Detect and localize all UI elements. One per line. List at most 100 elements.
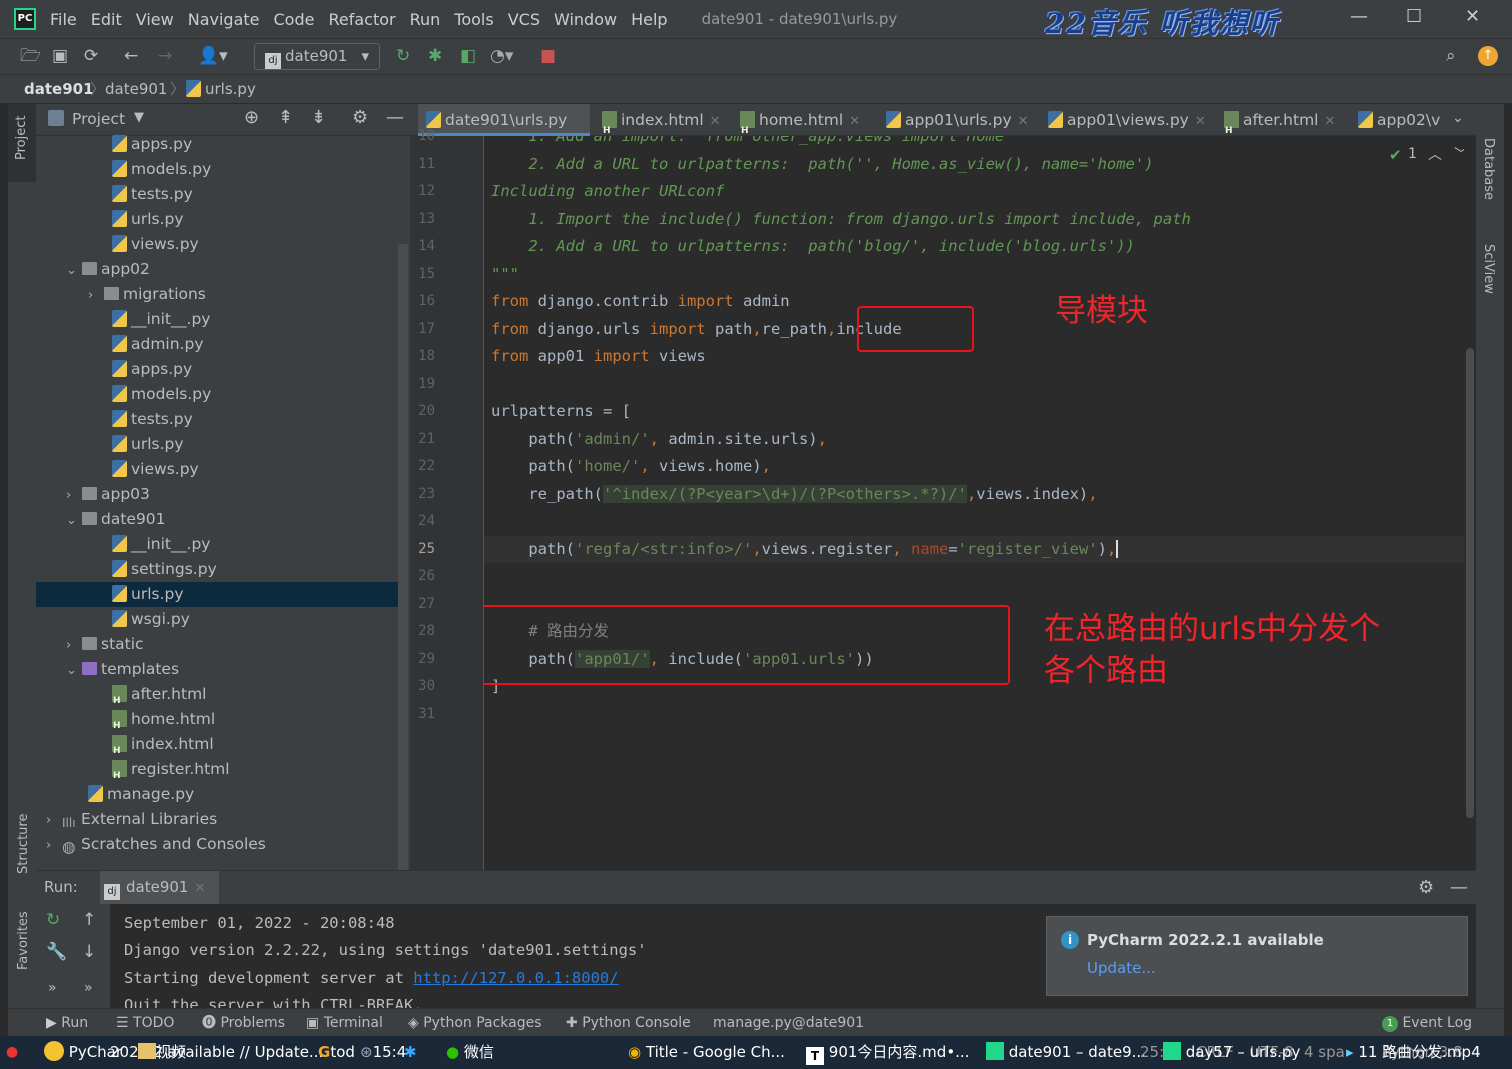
menu-window[interactable]: Window (554, 10, 617, 29)
project-panel-title[interactable]: Project (72, 110, 125, 128)
tab-python-packages[interactable]: ◈ Python Packages (408, 1009, 542, 1037)
tab-app01-urls[interactable]: app01\urls.py ✕ (886, 104, 1029, 136)
menu-edit[interactable]: Edit (91, 10, 122, 29)
bluetooth-icon[interactable]: ✱ (404, 1038, 417, 1066)
tab-date901-urls[interactable]: date901\urls.py (418, 104, 590, 136)
database-side-tab[interactable]: Database (1481, 138, 1496, 200)
chevron-down-icon[interactable]: ▼ (134, 110, 144, 125)
favorites-side-tab[interactable]: Favorites (16, 911, 31, 970)
locate-icon[interactable]: ⊕ (244, 107, 259, 128)
gear-icon[interactable]: ⚙ (352, 107, 368, 128)
tab-event-log[interactable]: 1 Event Log (1382, 1009, 1472, 1037)
chevron-right-icon[interactable]: › (46, 808, 62, 833)
tree-item[interactable]: __init__.py (36, 532, 398, 557)
gear-icon[interactable]: ⚙ (1418, 871, 1434, 904)
tab-python-console[interactable]: ✚ Python Console (566, 1009, 691, 1037)
tree-scrollbar[interactable] (398, 244, 408, 870)
tree-item[interactable]: wsgi.py (36, 607, 398, 632)
arrow-up-icon[interactable]: ↑ (82, 910, 96, 930)
tree-item[interactable]: apps.py (36, 357, 398, 382)
close-tab-icon[interactable]: ✕ (194, 881, 205, 896)
vcs-user-icon[interactable]: 👤▾ (198, 47, 228, 65)
breadcrumb-file[interactable]: urls.py (186, 75, 256, 104)
server-url-link[interactable]: http://127.0.0.1:8000/ (413, 969, 618, 987)
coverage-icon[interactable]: ◧ (460, 47, 476, 65)
tab-list-chevron-icon[interactable]: ⌄ (1452, 110, 1464, 126)
back-icon[interactable]: ← (124, 47, 138, 65)
tab-todo[interactable]: ☰ TODO (116, 1009, 174, 1037)
chevron-right-icon[interactable]: › (66, 483, 82, 508)
close-tab-icon[interactable]: ✕ (849, 114, 860, 129)
tree-item[interactable]: tests.py (36, 182, 398, 207)
tree-item[interactable]: urls.py (36, 582, 398, 607)
tab-app01-views[interactable]: app01\views.py ✕ (1048, 104, 1206, 136)
save-icon[interactable]: ▣ (52, 47, 68, 65)
structure-side-tab[interactable]: Structure (16, 814, 31, 874)
stop-icon[interactable]: ■ (540, 47, 556, 65)
tree-item[interactable]: after.html (36, 682, 398, 714)
tree-item[interactable]: › Illı External Libraries (36, 807, 398, 832)
debug-icon[interactable]: ✱ (428, 47, 442, 65)
sciview-side-tab[interactable]: SciView (1481, 244, 1496, 294)
tree-item[interactable]: urls.py (36, 207, 398, 232)
menu-help[interactable]: Help (631, 10, 667, 29)
tree-item[interactable]: views.py (36, 232, 398, 257)
open-folder-icon[interactable]: 🗁 (20, 47, 41, 65)
rerun-icon[interactable]: ↻ (396, 47, 410, 65)
close-tab-icon[interactable]: ✕ (710, 114, 721, 129)
menu-vcs[interactable]: VCS (508, 10, 540, 29)
more-icon[interactable]: » (84, 980, 93, 996)
tree-item[interactable]: ⌄ date901 (36, 507, 398, 532)
wrench-icon[interactable]: 🔧 (46, 942, 67, 962)
tab-problems[interactable]: ⓿ Problems (202, 1009, 285, 1037)
taskbar-pycharm-2[interactable]: day57 – urls.py (1163, 1038, 1300, 1066)
hide-panel-icon[interactable]: — (386, 107, 404, 128)
chevron-right-icon[interactable]: › (88, 283, 104, 308)
tree-item[interactable]: › static (36, 632, 398, 657)
tab-home-html[interactable]: home.html ✕ (740, 104, 860, 147)
menu-navigate[interactable]: Navigate (188, 10, 260, 29)
breadcrumb-package[interactable]: date901 (105, 75, 167, 104)
inspection-count[interactable]: 1 (1408, 146, 1417, 162)
taskbar-typora[interactable]: T 901今日内容.md•... (806, 1038, 969, 1066)
code-editor[interactable]: 1. Add an import: from other_app.views i… (484, 136, 1464, 870)
editor-scrollbar[interactable] (1464, 136, 1476, 870)
profile-icon[interactable]: ◔▾ (490, 47, 513, 65)
tree-item[interactable]: › ◍ Scratches and Consoles (36, 832, 398, 857)
taskbar-chrome[interactable]: ◉ Title - Google Ch... (628, 1038, 785, 1066)
tree-item[interactable]: › app03 (36, 482, 398, 507)
close-tab-icon[interactable]: ✕ (1018, 114, 1029, 129)
tab-terminal[interactable]: ▣ Terminal (306, 1009, 383, 1037)
tab-after-html[interactable]: after.html ✕ (1224, 104, 1335, 147)
menu-code[interactable]: Code (274, 10, 315, 29)
rerun-icon[interactable]: ↻ (46, 910, 60, 930)
tree-item[interactable]: register.html (36, 757, 398, 789)
tree-item[interactable]: manage.py (36, 782, 398, 807)
taskbar-clock[interactable]: ⊛15:4 (360, 1038, 406, 1066)
tree-item[interactable]: tests.py (36, 407, 398, 432)
breadcrumb-project[interactable]: date901 (24, 75, 94, 104)
tab-index-html[interactable]: index.html ✕ (600, 104, 721, 147)
project-side-tab[interactable]: Project (14, 116, 29, 160)
menu-file[interactable]: File (50, 10, 77, 29)
taskbar-pycharm[interactable]: date901 – date9... (986, 1038, 1146, 1066)
arrow-down-icon[interactable]: ↓ (82, 942, 96, 962)
minimize-icon[interactable]: — (1350, 6, 1368, 27)
chevron-right-icon[interactable]: › (66, 633, 82, 658)
tree-item[interactable]: __init__.py (36, 307, 398, 332)
inspection-check-icon[interactable]: ✔ (1389, 146, 1402, 164)
tree-item[interactable]: models.py (36, 157, 398, 182)
tree-item[interactable]: home.html (36, 707, 398, 739)
tab-manage-py[interactable]: manage.py@date901 (713, 1009, 864, 1037)
tab-run[interactable]: ▶ Run (46, 1009, 88, 1037)
tree-item[interactable]: › migrations (36, 282, 398, 307)
tree-item[interactable]: ⌄ templates (36, 657, 398, 682)
close-tab-icon[interactable]: ✕ (1195, 114, 1206, 129)
tree-item[interactable]: urls.py (36, 432, 398, 457)
tree-item[interactable]: settings.py (36, 557, 398, 582)
taskbar-video[interactable]: 视频 (138, 1038, 186, 1066)
forward-icon[interactable]: → (158, 47, 172, 65)
tree-item[interactable]: views.py (36, 457, 398, 482)
tree-item[interactable]: index.html (36, 732, 398, 764)
menu-view[interactable]: View (136, 10, 174, 29)
